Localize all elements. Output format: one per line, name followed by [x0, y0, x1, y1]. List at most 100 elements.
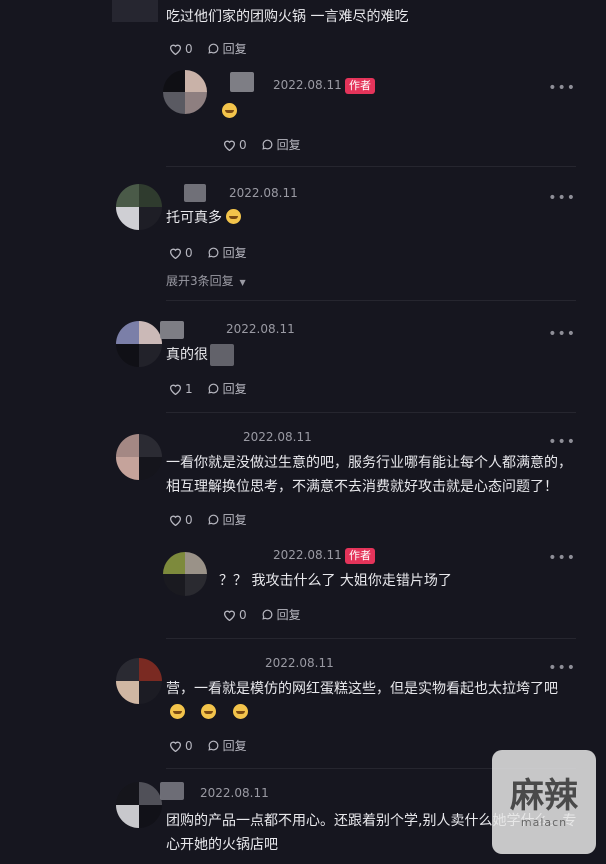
like-count: 0 [185, 245, 193, 260]
comment-text: 托可真多 [166, 206, 241, 230]
more-dots-icon[interactable]: ••• [548, 434, 576, 450]
watermark-subtitle: malacn [520, 815, 568, 829]
reply-bubble-icon [261, 609, 273, 620]
comment-text: 吃过他们家的团购火锅 一言难尽的难吃 [166, 9, 409, 25]
like-count: 0 [239, 137, 247, 152]
heart-icon [223, 610, 236, 621]
emoji-icon [222, 103, 237, 118]
like-button[interactable]: 0 [223, 138, 247, 152]
like-count: 0 [185, 41, 193, 56]
comment-date: 2022.08.11 [273, 78, 342, 92]
like-count: 0 [185, 512, 193, 527]
avatar[interactable] [116, 434, 162, 480]
like-button[interactable]: 0 [169, 513, 193, 527]
comment-date: 2022.08.11 [229, 186, 298, 200]
reply-label: 回复 [222, 382, 247, 396]
reply-label: 回复 [222, 739, 247, 753]
divider [166, 412, 576, 413]
reply-button[interactable]: 回复 [261, 136, 301, 153]
emoji-icon [170, 704, 185, 719]
avatar[interactable] [163, 552, 207, 596]
emoji-icon [226, 209, 241, 224]
comment-actions: 0 回复 [169, 511, 261, 528]
like-button[interactable]: 0 [223, 608, 247, 622]
divider [166, 638, 576, 639]
comment-emojis [166, 701, 248, 725]
chevron-down-icon: ▼ [239, 278, 246, 287]
comment-date: 2022.08.11 [265, 656, 334, 670]
comment-text-line: 心开她的火锅店吧 [166, 837, 278, 853]
avatar[interactable] [116, 321, 162, 367]
reply-button[interactable]: 回复 [207, 40, 247, 57]
heart-icon [169, 44, 182, 55]
reply-bubble-icon [261, 139, 273, 150]
username-blurred[interactable] [230, 72, 254, 92]
comment-text-body: 托可真多 [166, 210, 222, 226]
comment-actions: 0 回复 [169, 244, 261, 261]
like-count: 1 [185, 381, 193, 396]
reply-button[interactable]: 回复 [207, 380, 247, 397]
reply-bubble-icon [207, 514, 219, 525]
reply-button[interactable]: 回复 [207, 737, 247, 754]
divider [166, 166, 576, 167]
like-button[interactable]: 0 [169, 246, 193, 260]
like-button[interactable]: 1 [169, 382, 193, 396]
comment-actions: 0 回复 [223, 606, 315, 623]
comment-date: 2022.08.11 [200, 786, 269, 800]
reply-label: 回复 [276, 138, 301, 152]
comment-text: ？？ 我攻击什么了 大姐你走错片场了 [219, 573, 452, 589]
reply-button[interactable]: 回复 [207, 511, 247, 528]
watermark-title: 麻辣 [510, 775, 578, 816]
heart-icon [223, 140, 236, 151]
comment-date: 2022.08.11 [226, 322, 295, 336]
like-count: 0 [185, 738, 193, 753]
more-dots-icon[interactable]: ••• [548, 80, 576, 96]
heart-icon [169, 248, 182, 259]
author-badge: 作者 [345, 78, 375, 94]
divider [166, 300, 576, 301]
reply-button[interactable]: 回复 [207, 244, 247, 261]
reply-label: 回复 [276, 608, 301, 622]
reply-bubble-icon [207, 740, 219, 751]
emoji-icon [232, 704, 248, 719]
like-button[interactable]: 0 [169, 739, 193, 753]
avatar[interactable] [116, 658, 162, 704]
more-dots-icon[interactable]: ••• [548, 190, 576, 206]
expand-replies-label: 展开3条回复 [166, 274, 234, 288]
username-blurred[interactable] [160, 321, 184, 339]
username-blurred[interactable] [184, 184, 206, 202]
comment-text-line: 一看你就是没做过生意的吧，服务行业哪有能让每个人都满意的， [166, 455, 572, 471]
comment-actions: 0 回复 [223, 136, 315, 153]
like-count: 0 [239, 607, 247, 622]
username-blurred[interactable] [160, 782, 184, 800]
comment-emoji [222, 100, 237, 124]
comment-text-line: 相互理解换位思考，不满意不去消费就好攻击就是心态问题了！ [166, 479, 558, 495]
blurred-avatar [112, 0, 158, 22]
heart-icon [169, 384, 182, 395]
comment-actions: 1 回复 [169, 380, 261, 397]
reply-label: 回复 [222, 42, 247, 56]
more-dots-icon[interactable]: ••• [548, 326, 576, 342]
avatar[interactable] [163, 70, 207, 114]
like-button[interactable]: 0 [169, 42, 193, 56]
reply-bubble-icon [207, 247, 219, 258]
reply-bubble-icon [207, 43, 219, 54]
comment-date: 2022.08.11 [243, 430, 312, 444]
comment-date: 2022.08.11 [273, 548, 342, 562]
emoji-icon [201, 704, 217, 719]
blurred-text [210, 344, 234, 366]
comment-actions: 0 回复 [169, 737, 261, 754]
reply-button[interactable]: 回复 [261, 606, 301, 623]
expand-replies-button[interactable]: 展开3条回复 ▼ [166, 272, 246, 289]
comment-actions: 0 回复 [169, 40, 261, 57]
avatar[interactable] [116, 184, 162, 230]
author-badge: 作者 [345, 548, 375, 564]
avatar[interactable] [116, 782, 162, 828]
more-dots-icon[interactable]: ••• [548, 660, 576, 676]
more-dots-icon[interactable]: ••• [548, 550, 576, 566]
reply-label: 回复 [222, 513, 247, 527]
reply-bubble-icon [207, 383, 219, 394]
reply-label: 回复 [222, 246, 247, 260]
comment-text: 真的很 [166, 347, 208, 363]
comment-text: 营，一看就是模仿的网红蛋糕这些，但是实物看起也太拉垮了吧 [166, 681, 558, 697]
